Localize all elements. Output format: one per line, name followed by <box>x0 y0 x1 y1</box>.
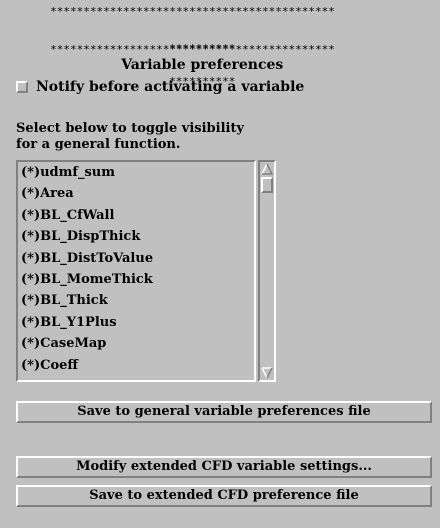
header-stars-top: ****************************************… <box>50 6 335 17</box>
list-item[interactable]: (*)BL_DispThick <box>18 226 254 247</box>
instructions-line-2: for a general function. <box>16 137 181 152</box>
header-stars-bottom: ****************************************… <box>50 44 335 55</box>
notify-checkbox[interactable] <box>16 81 28 93</box>
list-item[interactable]: (*)BL_CfWall <box>18 205 254 226</box>
list-item[interactable]: (*)BL_Y1Plus <box>18 312 254 333</box>
save-extended-cfd-preferences-button[interactable]: Save to extended CFD preference file <box>16 485 432 507</box>
variable-preferences-panel: ****************************************… <box>0 0 440 528</box>
scrollbar-thumb[interactable] <box>261 177 273 193</box>
list-item[interactable]: (*)udmf_sum <box>18 162 254 183</box>
list-item[interactable]: (*)BL_Thick <box>18 290 254 311</box>
notify-toggle[interactable]: Notify before activating a variable <box>16 78 304 96</box>
general-function-list[interactable]: (*)udmf_sum (*)Area (*)BL_CfWall (*)BL_D… <box>16 160 256 382</box>
instructions-line-1: Select below to toggle visibility <box>16 121 245 136</box>
list-item[interactable]: (*)Area <box>18 183 254 204</box>
save-general-preferences-button[interactable]: Save to general variable preferences fil… <box>16 401 432 423</box>
scroll-up-arrow-icon[interactable] <box>261 163 273 175</box>
list-item[interactable]: (*)Coeff <box>18 355 254 376</box>
list-item[interactable]: (*)BL_DistToValue <box>18 248 254 269</box>
list-scrollbar[interactable] <box>258 160 276 382</box>
scroll-down-arrow-icon[interactable] <box>261 367 273 379</box>
list-item[interactable]: (*)CaseMap <box>18 333 254 354</box>
list-item[interactable]: (*)BL_MomeThick <box>18 269 254 290</box>
modify-extended-cfd-settings-button[interactable]: Modify extended CFD variable settings... <box>16 456 432 478</box>
notify-label: Notify before activating a variable <box>36 79 305 95</box>
instructions-text: Select below to toggle visibility for a … <box>16 121 244 153</box>
title-text: Variable preferences <box>121 57 284 73</box>
